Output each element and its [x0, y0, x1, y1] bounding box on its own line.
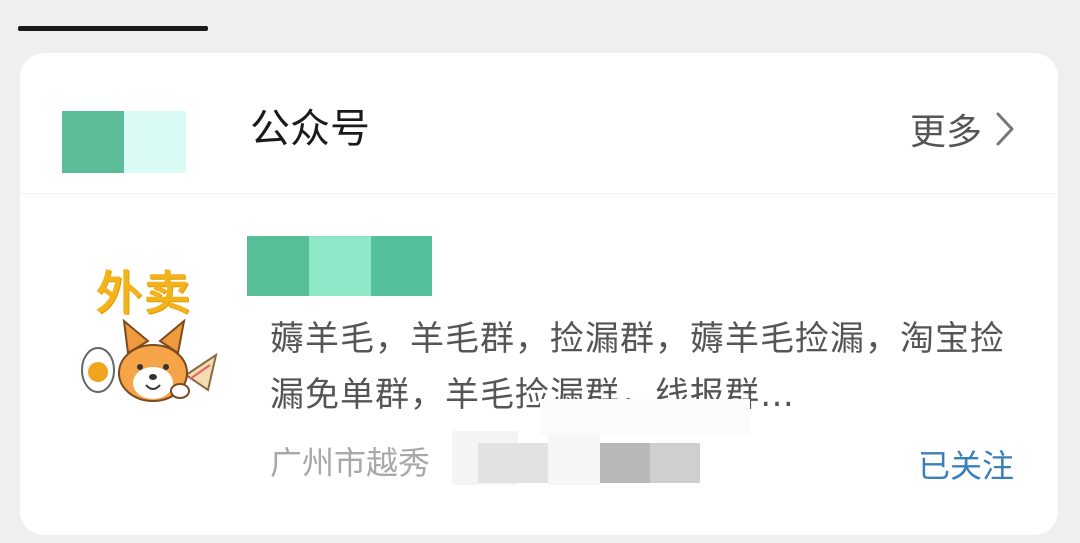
redacted-patch — [548, 431, 600, 485]
more-label: 更多 — [909, 112, 982, 153]
name-block — [371, 236, 432, 296]
tab-indicator — [18, 26, 208, 31]
name-block — [309, 236, 371, 296]
icon-block — [62, 111, 124, 173]
avatar: 外卖 — [78, 255, 228, 405]
name-block — [247, 236, 309, 296]
redacted-patch — [478, 443, 548, 483]
chevron-right-icon — [996, 112, 1014, 146]
search-result-card: 公众号 更多 外卖 薅羊毛，羊毛群，捡漏群，薅羊毛捡漏，淘宝捡漏免单群，羊毛捡漏… — [20, 53, 1058, 535]
account-location: 广州市越秀 — [270, 444, 431, 482]
redacted-patch — [650, 443, 700, 483]
follow-status[interactable]: 已关注 — [918, 443, 1014, 489]
section-type-icon — [62, 111, 186, 173]
section-header: 公众号 更多 — [20, 53, 1058, 194]
redacted-patch — [540, 399, 750, 435]
section-title: 公众号 — [250, 106, 370, 152]
account-name — [247, 236, 432, 296]
more-button[interactable]: 更多 — [910, 101, 1014, 157]
redacted-patch — [600, 443, 650, 483]
icon-block — [124, 111, 186, 173]
avatar-text: 外卖 — [96, 266, 192, 320]
account-list-item[interactable]: 外卖 薅羊毛，羊毛群，捡漏群，薅羊毛捡漏，淘宝捡漏免单群，羊毛捡漏群，线报群… … — [20, 193, 1058, 535]
